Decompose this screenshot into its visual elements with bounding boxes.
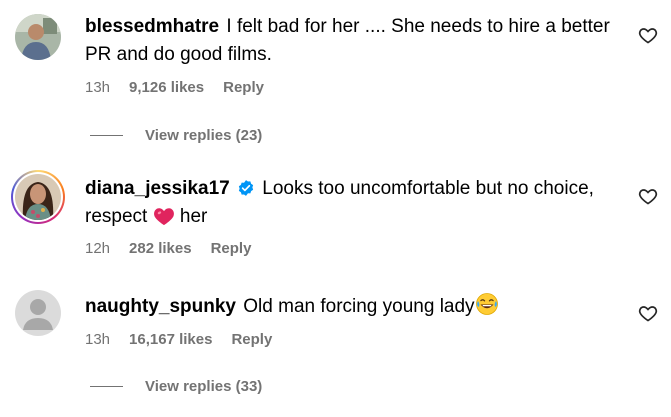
comment-body: Old man forcing young lady: [243, 296, 475, 317]
comment-username[interactable]: blessedmhatre: [85, 16, 219, 37]
reply-button[interactable]: Reply: [211, 240, 252, 257]
comment-text: naughty_spunky Old man forcing young lad…: [85, 292, 625, 325]
comment-time[interactable]: 12h: [85, 240, 110, 257]
reply-button[interactable]: Reply: [223, 79, 264, 96]
comment-username[interactable]: diana_jessika17: [85, 178, 230, 199]
comment-text: diana_jessika17 Looks too uncomfortable …: [85, 175, 625, 235]
red-heart-emoji: [153, 206, 175, 235]
comment-likes[interactable]: 282 likes: [129, 240, 192, 257]
view-replies-button[interactable]: View replies (23): [90, 127, 262, 144]
view-replies-label: View replies (33): [145, 378, 263, 395]
avatar[interactable]: [15, 14, 61, 60]
comment-meta: 13h 16,167 likes Reply: [85, 331, 291, 348]
comment-likes[interactable]: 16,167 likes: [129, 331, 212, 348]
heart-outline-icon[interactable]: [638, 303, 658, 323]
divider-line: [90, 386, 123, 387]
comment-text: blessedmhatre I felt bad for her .... Sh…: [85, 13, 625, 69]
avatar: [15, 174, 61, 220]
verified-badge-icon: [237, 178, 255, 196]
heart-outline-icon[interactable]: [638, 186, 658, 206]
comment-time[interactable]: 13h: [85, 79, 110, 96]
avatar[interactable]: [15, 290, 61, 336]
view-replies-label: View replies (23): [145, 127, 263, 144]
comment-body-end: her: [179, 206, 208, 227]
comment-time[interactable]: 13h: [85, 331, 110, 348]
comment-meta: 13h 9,126 likes Reply: [85, 79, 283, 96]
comment-username[interactable]: naughty_spunky: [85, 296, 236, 317]
tears-of-joy-emoji: [475, 292, 499, 325]
story-ring[interactable]: [11, 170, 65, 224]
comment-meta: 12h 282 likes Reply: [85, 240, 270, 257]
view-replies-button[interactable]: View replies (33): [90, 378, 262, 395]
divider-line: [90, 135, 123, 136]
comment-likes[interactable]: 9,126 likes: [129, 79, 204, 96]
reply-button[interactable]: Reply: [231, 331, 272, 348]
heart-outline-icon[interactable]: [638, 25, 658, 45]
